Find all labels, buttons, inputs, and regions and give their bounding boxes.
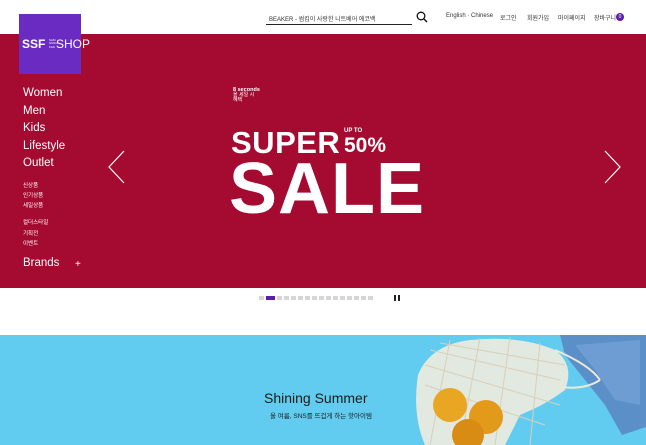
pagination-dot[interactable] xyxy=(298,296,303,300)
nav-men[interactable]: Men xyxy=(23,105,45,117)
hero-tag: 8 seconds 올 세일 시 혜택 xyxy=(233,87,260,103)
pagination-dot-active[interactable] xyxy=(266,296,275,300)
nav-brands[interactable]: Brands xyxy=(23,257,59,269)
logo-ssf: SSF xyxy=(22,37,46,51)
nav-kids[interactable]: Kids xyxy=(23,122,45,134)
nav-new-arrivals[interactable]: 신상품 xyxy=(23,181,38,189)
header: English · Chinese 로그인 회원가입 마이페이지 장바구니 0 xyxy=(0,0,646,34)
cart-link[interactable]: 장바구니 xyxy=(594,13,616,22)
pagination-dot[interactable] xyxy=(291,296,296,300)
nav-outlet[interactable]: Outlet xyxy=(23,157,54,169)
mypage-link[interactable]: 마이페이지 xyxy=(558,13,586,22)
pagination-dot[interactable] xyxy=(277,296,282,300)
banner-title: Shining Summer xyxy=(264,390,368,406)
search-icon[interactable] xyxy=(416,11,428,23)
pagination-dot[interactable] xyxy=(333,296,338,300)
brands-expand-icon[interactable]: + xyxy=(75,259,81,270)
banner-subtitle: 올 여름, SNS를 뜨겁게 하는 핫아이템 xyxy=(270,413,372,420)
login-link[interactable]: 로그인 xyxy=(500,13,517,22)
pagination-dot[interactable] xyxy=(326,296,331,300)
pagination-dot[interactable] xyxy=(319,296,324,300)
logo-shop: SHOP xyxy=(56,37,91,51)
nav-women[interactable]: Women xyxy=(23,87,62,99)
summer-banner[interactable]: Shining Summer 올 여름, SNS를 뜨겁게 하는 핫아이템 xyxy=(0,335,646,445)
pagination-dot[interactable] xyxy=(340,296,345,300)
pagination-dot[interactable] xyxy=(284,296,289,300)
nav-exhibition[interactable]: 기획전 xyxy=(23,229,38,237)
pagination-dot[interactable] xyxy=(305,296,310,300)
pagination-dot[interactable] xyxy=(368,296,373,300)
pagination-dot[interactable] xyxy=(354,296,359,300)
hero-banner[interactable]: 8 seconds 올 세일 시 혜택 SUPER UP TO 50% SALE xyxy=(0,34,646,288)
next-slide-arrow-icon[interactable] xyxy=(603,149,623,185)
cart-count-badge: 0 xyxy=(616,13,624,21)
hero-tag-line: 혜택 xyxy=(233,97,243,103)
ssf-shop-logo[interactable]: SSF SAM SUNG F&S SHOP xyxy=(19,14,90,74)
nav-sale[interactable]: 세일상품 xyxy=(23,201,43,209)
nav-best[interactable]: 인기상품 xyxy=(23,191,43,199)
search-bar xyxy=(266,8,412,27)
search-input[interactable] xyxy=(266,10,406,27)
pagination-dot[interactable] xyxy=(361,296,366,300)
nav-lifestyle[interactable]: Lifestyle xyxy=(23,140,65,152)
nav-event[interactable]: 이벤트 xyxy=(23,239,38,247)
prev-slide-arrow-icon[interactable] xyxy=(106,149,126,185)
language-link[interactable]: English · Chinese xyxy=(446,13,493,19)
pagination-dot[interactable] xyxy=(347,296,352,300)
signup-link[interactable]: 회원가입 xyxy=(527,13,549,22)
pagination-dot[interactable] xyxy=(259,296,264,300)
pause-icon[interactable] xyxy=(394,295,400,301)
hero-sale-text: SALE xyxy=(229,149,426,229)
pagination-dot[interactable] xyxy=(312,296,317,300)
nav-style[interactable]: 컬더스타일 xyxy=(23,218,48,226)
